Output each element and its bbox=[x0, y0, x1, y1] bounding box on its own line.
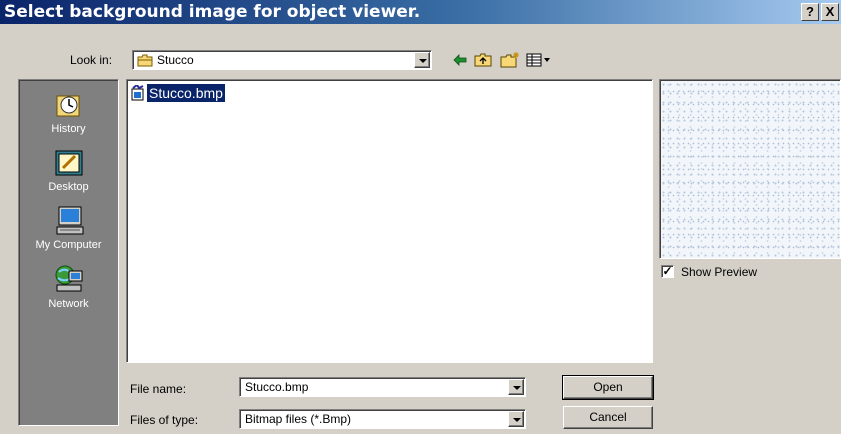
look-in-label: Look in: bbox=[70, 53, 113, 67]
network-icon bbox=[55, 265, 82, 292]
show-preview-checkbox[interactable]: ✓ bbox=[661, 265, 674, 278]
place-desktop-label: Desktop bbox=[48, 181, 89, 193]
dialog-title: Select background image for object viewe… bbox=[4, 2, 421, 22]
folder-icon bbox=[137, 54, 153, 67]
file-type-value: Bitmap files (*.Bmp) bbox=[245, 412, 352, 426]
show-preview-label: Show Preview bbox=[681, 265, 758, 279]
file-name-input[interactable]: Stucco.bmp bbox=[239, 377, 526, 397]
close-button[interactable]: X bbox=[821, 3, 839, 21]
file-list[interactable]: Stucco.bmp bbox=[126, 79, 653, 363]
place-desktop[interactable]: Desktop bbox=[19, 146, 118, 193]
place-my-computer-label: My Computer bbox=[35, 239, 102, 251]
place-history-label: History bbox=[51, 123, 86, 135]
file-type-select[interactable]: Bitmap files (*.Bmp) bbox=[239, 409, 526, 429]
new-folder-icon[interactable] bbox=[500, 52, 520, 68]
file-type-dropdown-arrow[interactable] bbox=[508, 411, 524, 427]
places-bar: History Desktop My Computer Network bbox=[18, 79, 119, 426]
place-my-computer[interactable]: My Computer bbox=[19, 204, 118, 251]
file-name-dropdown-arrow[interactable] bbox=[508, 379, 524, 395]
desktop-icon bbox=[55, 150, 82, 176]
back-icon[interactable] bbox=[453, 52, 467, 68]
bitmap-file-icon bbox=[131, 85, 144, 101]
help-button[interactable]: ? bbox=[801, 3, 819, 21]
up-folder-icon[interactable] bbox=[474, 52, 492, 68]
file-type-label: Files of type: bbox=[130, 413, 199, 427]
title-bar: Select background image for object viewe… bbox=[0, 0, 841, 24]
open-button[interactable]: Open bbox=[562, 375, 654, 400]
place-history[interactable]: History bbox=[19, 88, 118, 135]
cancel-button[interactable]: Cancel bbox=[563, 406, 653, 429]
file-name-value: Stucco.bmp bbox=[245, 380, 309, 394]
my-computer-icon bbox=[56, 206, 83, 235]
history-icon bbox=[56, 95, 79, 117]
place-network[interactable]: Network bbox=[19, 263, 118, 310]
look-in-value: Stucco bbox=[157, 53, 194, 67]
look-in-dropdown-arrow[interactable] bbox=[414, 52, 430, 68]
file-name-label: File name: bbox=[130, 382, 187, 396]
place-network-label: Network bbox=[48, 298, 89, 310]
view-menu-icon[interactable] bbox=[526, 52, 552, 68]
look-in-combo[interactable]: Stucco bbox=[132, 50, 432, 70]
image-preview bbox=[659, 79, 841, 259]
file-name-stucco[interactable]: Stucco.bmp bbox=[146, 83, 226, 103]
